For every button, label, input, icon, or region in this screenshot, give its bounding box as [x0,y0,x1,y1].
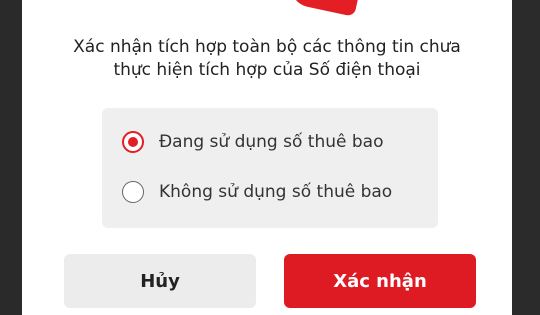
dialog-message-line-2: thực hiện tích hợp của Số điện thoại [113,60,421,80]
option-not-using-subscriber[interactable]: Không sử dụng số thuê bao [122,178,392,206]
option-label: Đang sử dụng số thuê bao [159,132,384,152]
header-illustration [287,0,361,17]
backdrop-right [512,0,540,315]
option-label: Không sử dụng số thuê bao [159,182,393,202]
radio-unchecked-icon[interactable] [122,181,144,203]
dialog-message: Xác nhận tích hợp toàn bộ các thông tin … [22,36,512,82]
subscriber-options-panel: Đang sử dụng số thuê bao Không sử dụng s… [102,108,438,228]
confirm-button[interactable]: Xác nhận [284,254,476,308]
cancel-button[interactable]: Hủy [64,254,256,308]
radio-checked-icon[interactable] [122,131,144,153]
dialog-message-line-1: Xác nhận tích hợp toàn bộ các thông tin … [73,37,461,57]
confirm-dialog: Xác nhận tích hợp toàn bộ các thông tin … [22,0,512,315]
backdrop-left [0,0,22,315]
option-using-subscriber[interactable]: Đang sử dụng số thuê bao [122,128,383,156]
